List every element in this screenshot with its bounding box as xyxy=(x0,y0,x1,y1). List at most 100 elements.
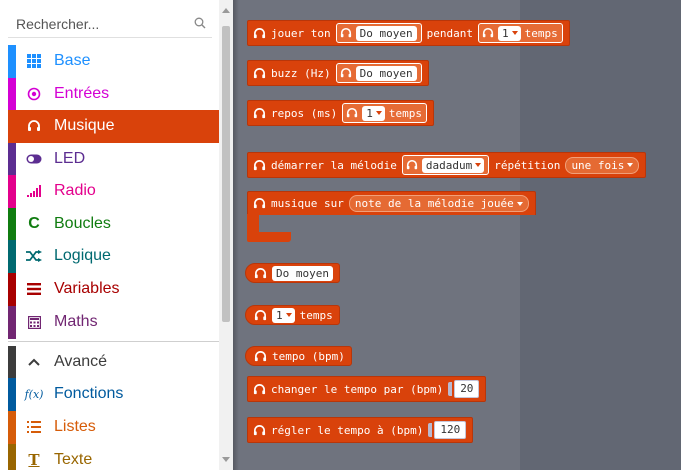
category-texte[interactable]: T Texte xyxy=(8,444,219,470)
category-maths[interactable]: Maths xyxy=(8,306,219,339)
note-slot[interactable]: Do moyen xyxy=(335,23,422,43)
beats-value: 1 xyxy=(276,308,283,322)
category-radio[interactable]: Radio xyxy=(8,175,219,208)
category-color-bar xyxy=(8,143,16,176)
category-label: Base xyxy=(54,52,91,69)
beats-dropdown[interactable]: 1 xyxy=(272,307,295,323)
melody-value: dadadum xyxy=(425,158,473,172)
category-color-bar xyxy=(8,240,16,273)
headphones-icon xyxy=(254,309,267,320)
start-melody-block[interactable]: démarrer la mélodie dadadum répétition u… xyxy=(247,152,647,178)
note-value-block[interactable]: Do moyen xyxy=(245,263,340,283)
toolbox-scrollbar[interactable] xyxy=(219,0,233,470)
category-musique[interactable]: Musique xyxy=(8,110,219,143)
category-color-bar xyxy=(8,175,16,208)
category-label: Avancé xyxy=(54,353,108,370)
block-text: tempo (bpm) xyxy=(272,349,345,363)
category-color-bar xyxy=(8,208,16,241)
calculator-icon xyxy=(26,314,42,330)
beats-value: 1 xyxy=(366,106,373,120)
category-label: Variables xyxy=(54,280,120,297)
category-led[interactable]: LED xyxy=(8,143,219,176)
number-input[interactable]: 20 xyxy=(454,380,480,398)
headphones-icon xyxy=(253,383,266,394)
beats-dropdown[interactable]: 1 xyxy=(497,25,521,41)
note-field[interactable]: Do moyen xyxy=(355,65,417,81)
dropdown-arrow-icon xyxy=(475,163,482,167)
number-slot[interactable]: 20 xyxy=(448,380,480,398)
category-label: Radio xyxy=(54,182,96,199)
headphones-icon xyxy=(254,267,267,278)
category-color-bar xyxy=(8,444,16,470)
block-text: musique sur xyxy=(271,197,344,210)
category-label: Logique xyxy=(54,247,111,264)
category-fonctions[interactable]: f(x) Fonctions xyxy=(8,378,219,411)
set-tempo-block[interactable]: régler le tempo à (bpm) 120 xyxy=(247,417,474,443)
search-input[interactable] xyxy=(16,14,186,34)
headphones-icon xyxy=(253,67,266,78)
grid-icon xyxy=(26,53,42,69)
category-label: Boucles xyxy=(54,215,111,232)
scroll-up-arrow-icon[interactable] xyxy=(222,8,230,13)
beats-unit: temps xyxy=(524,26,558,40)
beat-value-block[interactable]: 1 temps xyxy=(245,305,340,325)
category-label: Entrées xyxy=(54,85,110,102)
search-icon[interactable] xyxy=(194,17,206,29)
category-variables[interactable]: Variables xyxy=(8,273,219,306)
number-input[interactable]: 120 xyxy=(434,421,467,439)
signal-bars-icon xyxy=(26,183,42,199)
beats-unit: temps xyxy=(388,106,422,120)
event-block-foot xyxy=(247,232,291,242)
headphones-icon xyxy=(482,27,494,38)
category-base[interactable]: Base xyxy=(8,45,219,78)
category-listes[interactable]: Listes xyxy=(8,411,219,444)
block-text: régler le tempo à (bpm) xyxy=(271,423,424,437)
category-color-bar xyxy=(8,78,16,111)
block-text: répétition xyxy=(494,158,561,172)
beats-dropdown[interactable]: 1 xyxy=(362,105,385,121)
headphones-icon xyxy=(253,27,266,38)
beats-slot[interactable]: 1 temps xyxy=(477,23,563,43)
change-tempo-block[interactable]: changer le tempo par (bpm) 20 xyxy=(247,376,487,402)
scroll-down-arrow-icon[interactable] xyxy=(222,457,230,462)
tempo-block[interactable]: tempo (bpm) xyxy=(245,346,352,366)
headphones-icon xyxy=(254,350,267,361)
play-tone-block[interactable]: jouer ton Do moyen pendant 1 temps xyxy=(247,20,570,46)
category-color-bar xyxy=(8,306,16,339)
beats-slot[interactable]: 1 temps xyxy=(342,103,427,123)
rest-block[interactable]: repos (ms) 1 temps xyxy=(247,100,434,126)
scrollbar-thumb[interactable] xyxy=(222,26,230,322)
note-field[interactable]: Do moyen xyxy=(355,25,417,41)
melody-dropdown[interactable]: dadadum xyxy=(421,157,485,173)
category-avance[interactable]: Avancé xyxy=(8,346,219,379)
dropdown-arrow-icon xyxy=(285,313,292,317)
category-label: LED xyxy=(54,150,86,167)
block-text: jouer ton xyxy=(271,26,331,40)
repeat-value: une fois xyxy=(571,158,625,172)
headphones-icon xyxy=(253,159,266,170)
headphones-icon xyxy=(253,424,266,435)
category-color-bar xyxy=(8,45,16,78)
repeat-dropdown[interactable]: une fois xyxy=(565,156,640,174)
category-entrees[interactable]: Entrées xyxy=(8,78,219,111)
input-tab xyxy=(448,382,453,396)
category-color-bar xyxy=(8,346,16,379)
music-event-dropdown[interactable]: note de la mélodie jouée xyxy=(348,195,529,212)
input-tab xyxy=(428,423,433,437)
note-slot[interactable]: Do moyen xyxy=(335,63,422,83)
number-slot[interactable]: 120 xyxy=(428,421,467,439)
category-label: Fonctions xyxy=(54,385,124,402)
dropdown-arrow-icon xyxy=(516,201,523,206)
divider xyxy=(8,341,219,342)
beats-unit: temps xyxy=(299,308,333,322)
melody-slot[interactable]: dadadum xyxy=(401,155,490,175)
function-icon: f(x) xyxy=(24,387,44,401)
category-boucles[interactable]: C Boucles xyxy=(8,208,219,241)
workspace-background xyxy=(520,0,681,470)
category-label: Musique xyxy=(54,117,115,134)
note-field[interactable]: Do moyen xyxy=(272,265,333,281)
category-color-bar xyxy=(8,273,16,306)
on-music-event-block[interactable]: musique sur note de la mélodie jouée xyxy=(247,191,536,215)
ring-tone-block[interactable]: buzz (Hz) Do moyen xyxy=(247,60,429,86)
category-logique[interactable]: Logique xyxy=(8,240,219,273)
